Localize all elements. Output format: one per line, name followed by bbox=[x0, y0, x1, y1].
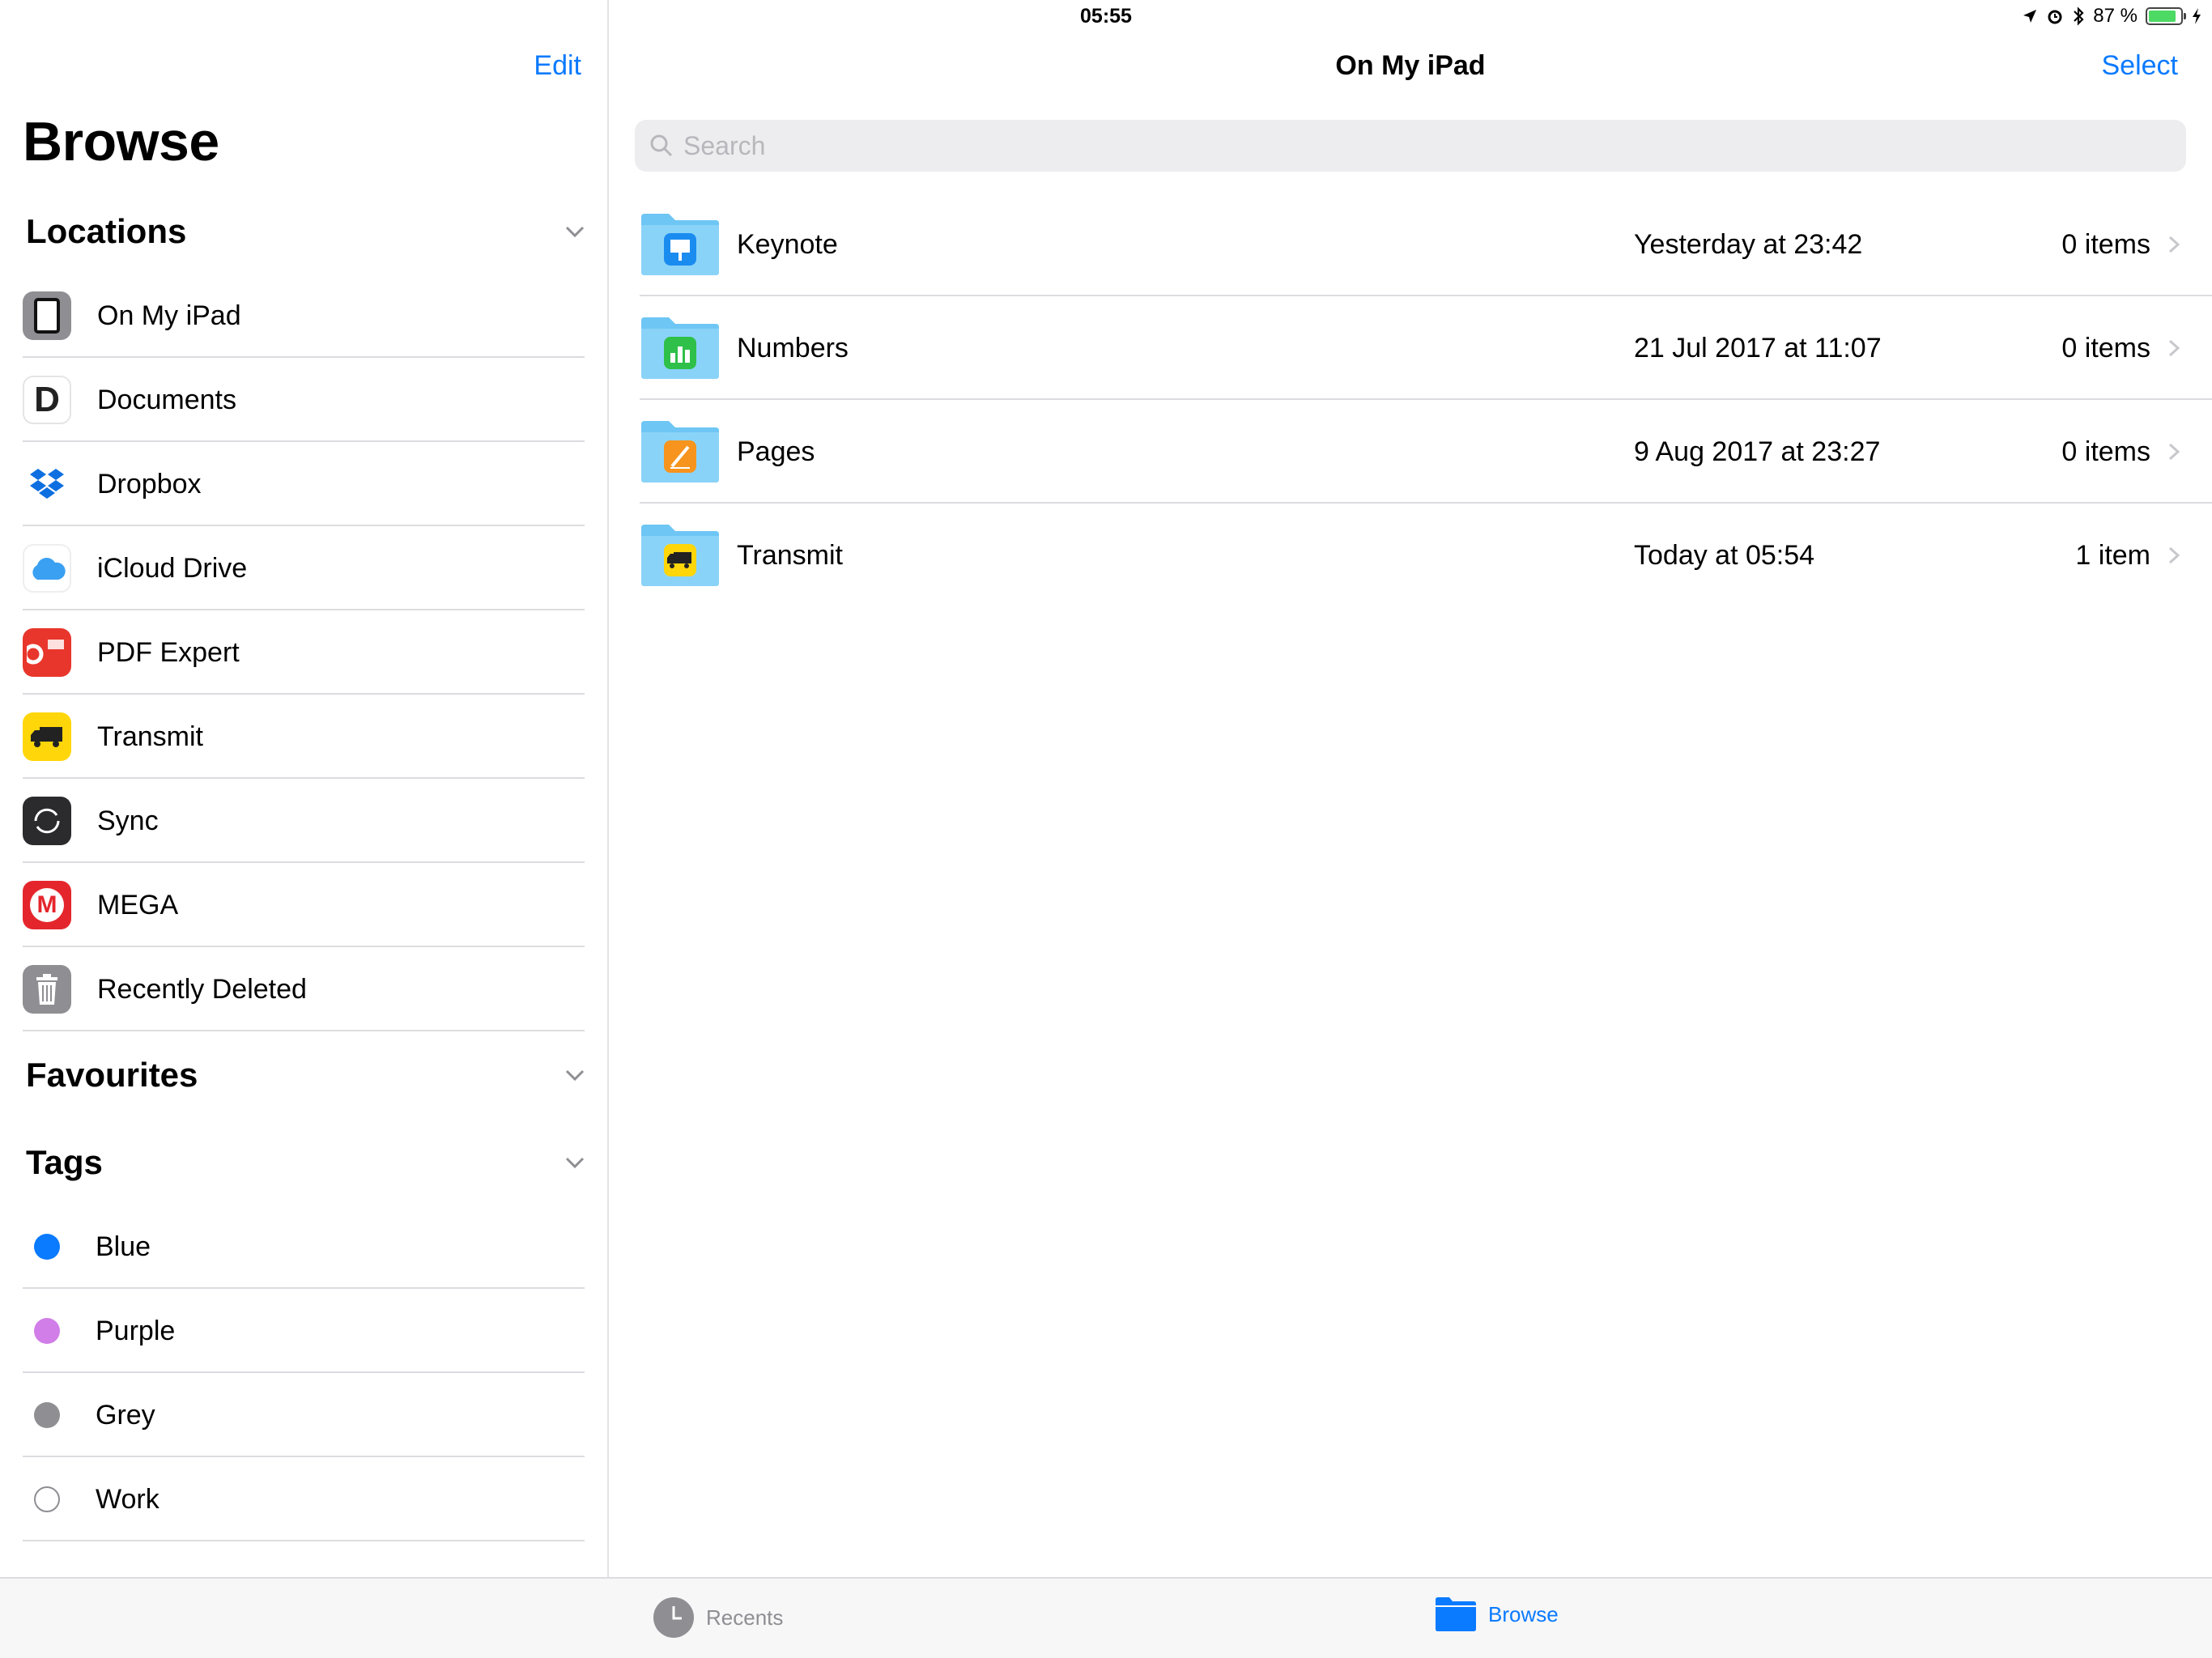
sidebar-item-label: Dropbox bbox=[97, 468, 202, 500]
sidebar-item-label: Sync bbox=[97, 805, 159, 836]
tag-color-dot bbox=[34, 1486, 60, 1512]
file-row[interactable]: Keynote Yesterday at 23:42 0 items bbox=[640, 193, 2212, 296]
tag-color-dot bbox=[34, 1402, 60, 1428]
trash-icon bbox=[23, 965, 71, 1014]
sidebar: Edit Browse Locations On My iPad D Docum… bbox=[0, 0, 609, 1577]
file-count: 0 items bbox=[2061, 436, 2150, 467]
favourites-header[interactable]: Favourites bbox=[26, 1051, 593, 1099]
pdf-expert-icon bbox=[23, 628, 71, 677]
file-name: Numbers bbox=[737, 332, 849, 363]
file-name: Pages bbox=[737, 436, 815, 467]
sidebar-item-label: MEGA bbox=[97, 889, 179, 920]
keynote-folder-icon bbox=[641, 214, 719, 275]
search-input[interactable] bbox=[682, 130, 2142, 162]
search-icon bbox=[650, 134, 673, 157]
page-title: On My iPad bbox=[1335, 50, 1486, 81]
ipad-icon bbox=[23, 291, 71, 340]
chevron-right-icon bbox=[2168, 546, 2180, 564]
tag-item-purple[interactable]: Purple bbox=[23, 1289, 585, 1373]
file-count: 1 item bbox=[2075, 539, 2150, 571]
sidebar-item-on-my-ipad[interactable]: On My iPad bbox=[23, 274, 585, 358]
favourites-heading: Favourites bbox=[26, 1056, 198, 1094]
tab-label: Recents bbox=[706, 1605, 784, 1630]
sidebar-item-pdf-expert[interactable]: PDF Expert bbox=[23, 610, 585, 695]
mega-icon: M bbox=[23, 881, 71, 929]
file-date: 21 Jul 2017 at 11:07 bbox=[1634, 332, 1882, 363]
sidebar-item-sync[interactable]: Sync bbox=[23, 779, 585, 863]
sidebar-item-recently-deleted[interactable]: Recently Deleted bbox=[23, 947, 585, 1031]
sidebar-item-label: Recently Deleted bbox=[97, 973, 307, 1005]
sidebar-item-label: Documents bbox=[97, 384, 236, 415]
file-count: 0 items bbox=[2061, 332, 2150, 363]
chevron-down-icon[interactable] bbox=[560, 1148, 589, 1177]
sidebar-item-label: PDF Expert bbox=[97, 636, 240, 668]
tag-color-dot bbox=[34, 1318, 60, 1344]
file-name: Transmit bbox=[737, 539, 843, 571]
numbers-folder-icon bbox=[641, 317, 719, 379]
transmit-folder-icon bbox=[641, 525, 719, 586]
icloud-icon bbox=[23, 544, 71, 593]
locations-header[interactable]: Locations bbox=[26, 207, 593, 256]
file-name: Keynote bbox=[737, 228, 838, 260]
tags-heading: Tags bbox=[26, 1143, 103, 1181]
main-pane: On My iPad Select Keynote Yesterday at 2… bbox=[609, 0, 2212, 1577]
file-row[interactable]: Pages 9 Aug 2017 at 23:27 0 items bbox=[640, 400, 2212, 504]
search-bar[interactable] bbox=[635, 120, 2186, 172]
tag-color-dot bbox=[34, 1234, 60, 1260]
locations-heading: Locations bbox=[26, 212, 187, 250]
file-date: Today at 05:54 bbox=[1634, 539, 1815, 571]
transmit-icon bbox=[23, 712, 71, 761]
folder-icon bbox=[1436, 1597, 1476, 1631]
tab-browse[interactable]: Browse bbox=[1435, 1596, 1559, 1632]
file-list: Keynote Yesterday at 23:42 0 items Numbe… bbox=[640, 193, 2212, 607]
locations-list: On My iPad D Documents Dropbox iCloud Dr… bbox=[23, 274, 585, 1031]
sidebar-item-dropbox[interactable]: Dropbox bbox=[23, 442, 585, 526]
sidebar-item-documents[interactable]: D Documents bbox=[23, 358, 585, 442]
tab-bar: Recents Browse bbox=[0, 1577, 2212, 1658]
chevron-right-icon bbox=[2168, 443, 2180, 461]
sidebar-item-icloud-drive[interactable]: iCloud Drive bbox=[23, 526, 585, 610]
sidebar-item-mega[interactable]: M MEGA bbox=[23, 863, 585, 947]
chevron-down-icon[interactable] bbox=[560, 217, 589, 246]
edit-button[interactable]: Edit bbox=[534, 50, 581, 82]
sync-icon bbox=[23, 797, 71, 845]
documents-app-icon: D bbox=[23, 376, 71, 424]
file-row[interactable]: Numbers 21 Jul 2017 at 11:07 0 items bbox=[640, 296, 2212, 400]
tag-label: Work bbox=[96, 1483, 160, 1515]
chevron-right-icon bbox=[2168, 339, 2180, 357]
tag-item-blue[interactable]: Blue bbox=[23, 1205, 585, 1289]
chevron-down-icon[interactable] bbox=[560, 1061, 589, 1090]
select-button[interactable]: Select bbox=[2102, 50, 2179, 82]
sidebar-item-label: Transmit bbox=[97, 721, 203, 752]
sidebar-item-transmit[interactable]: Transmit bbox=[23, 695, 585, 779]
tag-item-work[interactable]: Work bbox=[23, 1457, 585, 1541]
sidebar-item-label: iCloud Drive bbox=[97, 552, 248, 584]
tab-recents[interactable]: Recents bbox=[653, 1596, 783, 1639]
tag-label: Grey bbox=[96, 1399, 155, 1431]
chevron-right-icon bbox=[2168, 236, 2180, 253]
file-count: 0 items bbox=[2061, 228, 2150, 260]
file-date: 9 Aug 2017 at 23:27 bbox=[1634, 436, 1881, 467]
tag-item-grey[interactable]: Grey bbox=[23, 1373, 585, 1457]
tag-label: Purple bbox=[96, 1315, 176, 1346]
sidebar-item-label: On My iPad bbox=[97, 300, 241, 331]
pages-folder-icon bbox=[641, 421, 719, 483]
tags-list: Blue Purple Grey Work bbox=[23, 1205, 585, 1541]
tab-label: Browse bbox=[1488, 1601, 1559, 1626]
clock-icon bbox=[653, 1597, 694, 1638]
dropbox-icon bbox=[23, 460, 71, 508]
file-date: Yesterday at 23:42 bbox=[1634, 228, 1863, 260]
page-title: Browse bbox=[23, 111, 219, 172]
tag-label: Blue bbox=[96, 1231, 151, 1262]
file-row[interactable]: Transmit Today at 05:54 1 item bbox=[640, 504, 2212, 607]
tags-header[interactable]: Tags bbox=[26, 1138, 593, 1187]
